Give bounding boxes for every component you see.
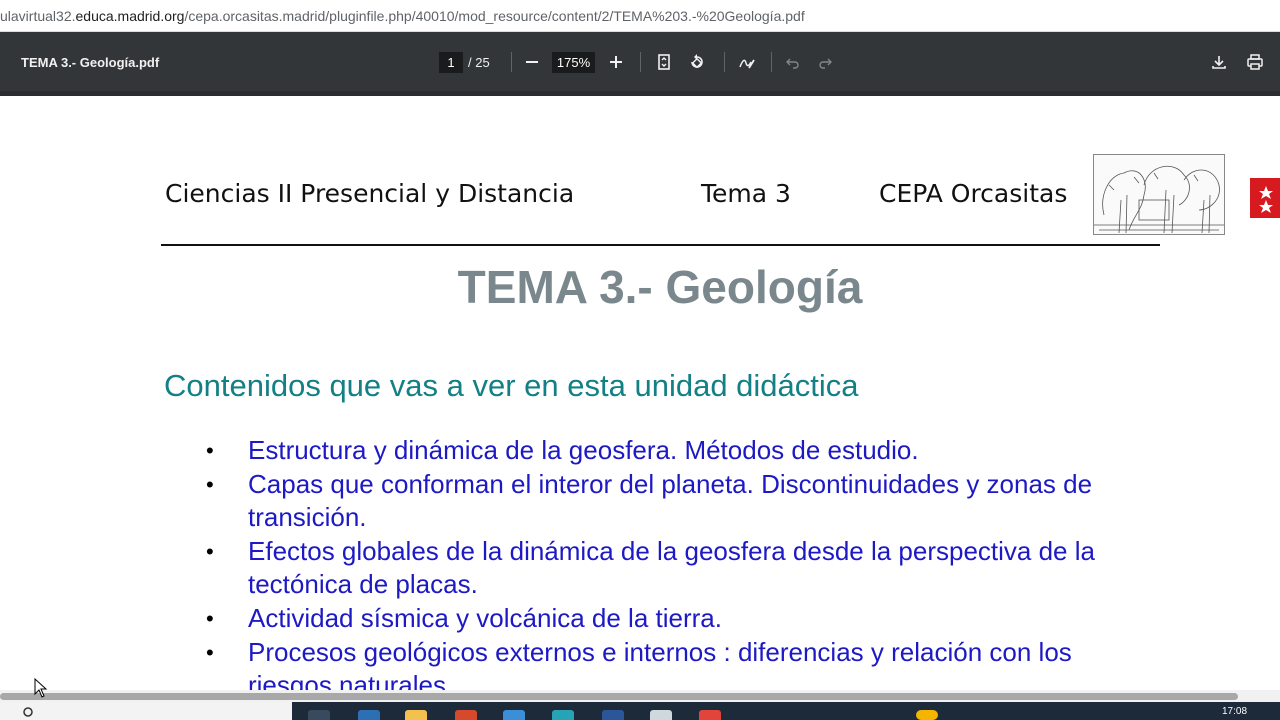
bullet-icon: •	[206, 472, 214, 497]
pdf-page-viewer[interactable]: Ciencias II Presencial y Distancia Tema …	[0, 96, 1280, 690]
redo-icon	[819, 58, 832, 69]
contents-list: • Estructura y dinámica de la geosfera. M…	[200, 434, 1160, 690]
toolbar-divider	[511, 52, 512, 72]
file-explorer-icon[interactable]	[405, 710, 427, 720]
page-number-input[interactable]: 1	[439, 52, 463, 73]
list-item: • Actividad sísmica y volcánica de la tie…	[200, 602, 1160, 635]
pdf-toolbar: TEMA 3.- Geología.pdf 1 / 25 175%	[0, 32, 1280, 91]
taskbar-app-icon[interactable]	[650, 710, 672, 720]
bullet-icon: •	[206, 438, 214, 463]
redo-button[interactable]	[812, 49, 838, 75]
scrollbar-thumb[interactable]	[0, 693, 1238, 700]
list-item: • Efectos globales de la dinámica de la g…	[200, 535, 1160, 601]
taskbar-app-icon[interactable]	[552, 710, 574, 720]
zoom-in-button[interactable]	[603, 49, 629, 75]
undo-icon	[786, 58, 799, 69]
word-icon[interactable]	[602, 710, 624, 720]
download-button[interactable]	[1206, 49, 1232, 75]
list-item-text: Estructura y dinámica de la geosfera. Mé…	[248, 435, 919, 465]
document-title: TEMA 3.- Geología.pdf	[21, 55, 160, 70]
section-subtitle: Contenidos que vas a ver en esta unidad …	[164, 368, 859, 403]
fit-page-button[interactable]	[651, 49, 677, 75]
list-item-text: Capas que conforman el interor del plane…	[248, 469, 1093, 532]
school-logo-image	[1093, 154, 1225, 235]
header-course: Ciencias II Presencial y Distancia	[165, 179, 575, 208]
madrid-flag-logo	[1250, 178, 1280, 218]
address-bar[interactable]: ulavirtual32.educa.madrid.org/cepa.orcas…	[0, 0, 1280, 32]
download-icon	[1212, 56, 1226, 69]
taskbar-app-icon[interactable]	[455, 710, 477, 720]
mouse-cursor-icon	[34, 678, 48, 698]
search-icon	[23, 707, 33, 717]
url-prefix: ulavirtual32.	[0, 8, 76, 24]
zoom-level-input[interactable]: 175%	[552, 52, 595, 73]
bullet-icon: •	[206, 539, 214, 564]
toolbar-divider	[724, 52, 725, 72]
taskbar-search-box[interactable]	[0, 702, 292, 720]
undo-button[interactable]	[780, 49, 806, 75]
annotate-button[interactable]	[734, 49, 760, 75]
plus-icon	[610, 56, 622, 68]
url-text[interactable]: ulavirtual32.educa.madrid.org/cepa.orcas…	[0, 8, 805, 24]
weather-icon[interactable]	[916, 710, 938, 720]
toolbar-divider	[640, 52, 641, 72]
list-item: • Capas que conforman el interor del plan…	[200, 468, 1160, 534]
url-path: /cepa.orcasitas.madrid/pluginfile.php/40…	[184, 8, 805, 24]
print-button[interactable]	[1242, 49, 1268, 75]
list-item-text: Efectos globales de la dinámica de la ge…	[248, 536, 1095, 599]
pen-icon	[739, 59, 755, 69]
toolbar-divider	[771, 52, 772, 72]
bullet-icon: •	[206, 640, 214, 665]
zoom-out-button[interactable]	[519, 49, 545, 75]
list-item: • Estructura y dinámica de la geosfera. M…	[200, 434, 1160, 467]
list-item-text: Actividad sísmica y volcánica de la tier…	[248, 603, 722, 633]
windows-taskbar: 17:08	[0, 702, 1280, 720]
page-total: / 25	[468, 55, 490, 70]
chrome-icon[interactable]	[699, 710, 721, 720]
bullet-icon: •	[206, 606, 214, 631]
fit-page-icon	[658, 54, 670, 70]
rotate-button[interactable]	[684, 49, 710, 75]
header-topic: Tema 3	[701, 179, 791, 208]
header-center: CEPA Orcasitas	[879, 179, 1068, 208]
horizontal-scrollbar[interactable]	[0, 690, 1280, 702]
printer-icon	[1247, 54, 1263, 70]
header-rule	[161, 244, 1160, 246]
list-item: • Procesos geológicos externos e internos…	[200, 636, 1160, 690]
list-item-text: Procesos geológicos externos e internos …	[248, 637, 1072, 690]
rotate-icon	[691, 54, 703, 69]
url-host: educa.madrid.org	[75, 8, 185, 24]
task-view-icon[interactable]	[308, 710, 330, 720]
taskbar-app-icon[interactable]	[358, 710, 380, 720]
edge-icon[interactable]	[503, 710, 525, 720]
taskbar-clock[interactable]: 17:08	[1222, 706, 1247, 717]
minus-icon	[526, 61, 538, 63]
page-title: TEMA 3.- Geología	[457, 261, 863, 313]
